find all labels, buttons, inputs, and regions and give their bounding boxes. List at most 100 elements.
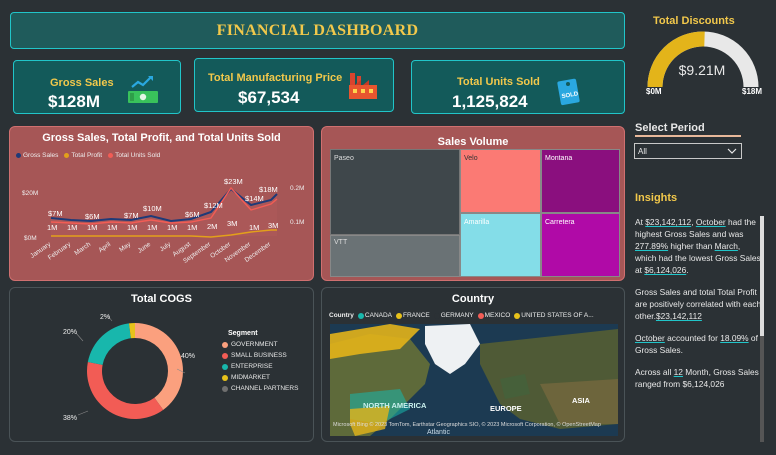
sales-label-oct: $23M <box>224 177 243 186</box>
sales-label-jun: $10M <box>143 204 162 213</box>
cogs-title: Total COGS <box>131 293 192 305</box>
period-label: Select Period <box>635 122 705 134</box>
y-left-tick-bottom: $0M <box>24 235 37 242</box>
legend-midmarket[interactable]: MIDMARKET <box>222 374 298 381</box>
kpi-gross-sales[interactable]: Gross Sales $128M <box>13 60 181 114</box>
insight-paragraph-1: At $23,142,112, October had the highest … <box>635 217 761 275</box>
dashboard-title: FINANCIAL DASHBOARD <box>216 21 419 39</box>
sold-tag-icon: SOLD <box>557 78 580 106</box>
insights-title: Insights <box>635 192 678 204</box>
sales-label-dec: $18M <box>259 185 278 194</box>
sales-label-sep: $12M <box>204 201 223 210</box>
units-label: 1M <box>187 223 197 232</box>
y-left-tick-top: $20M <box>22 190 38 197</box>
tile-carretera[interactable]: Carretera <box>541 213 620 277</box>
units-label: 3M <box>227 219 237 228</box>
map-title: Country <box>451 293 495 305</box>
tile-montana[interactable]: Montana <box>541 149 620 213</box>
sales-label-nov: $14M <box>245 194 264 203</box>
cogs-slice-government <box>135 323 184 410</box>
discount-title: Total Discounts <box>653 15 735 27</box>
legend-government[interactable]: GOVERNMENT <box>222 341 298 348</box>
units-label: 1M <box>127 223 137 232</box>
map-label-atlantic: Atlantic <box>427 429 450 436</box>
map-attribution: Microsoft Bing © 2023 TomTom, Earthstar … <box>333 422 601 428</box>
units-label: 1M <box>47 223 57 232</box>
kpi-units-value: 1,125,824 <box>452 92 528 111</box>
dashboard-title-box: FINANCIAL DASHBOARD <box>10 12 625 49</box>
insights-scrollbar[interactable] <box>760 216 764 442</box>
discount-gauge-arc <box>647 31 759 88</box>
cogs-pct-midmarket: 2% <box>100 314 110 321</box>
month-label: March <box>73 241 92 257</box>
insights-body: At $23,142,112, October had the highest … <box>635 216 762 442</box>
kpi-manufacturing-value: $67,534 <box>238 88 300 107</box>
insight-paragraph-2: Gross Sales and total Total Profit are p… <box>635 287 762 321</box>
line-chart-plot: $20M $0M 0.2M 0.1M $7M $6M $7M $10M $6M … <box>22 177 304 265</box>
y-right-tick-bottom: 0.1M <box>290 219 304 226</box>
units-label: 1M <box>249 223 259 232</box>
units-label: 1M <box>87 223 97 232</box>
month-label: February <box>47 240 73 261</box>
discount-gauge[interactable]: Total Discounts $9.21M $0M $18M <box>636 12 768 107</box>
sales-label-jan: $7M <box>48 209 63 218</box>
units-label: 2M <box>207 222 217 231</box>
month-label: May <box>118 240 133 253</box>
tile-vtt[interactable]: VTT <box>330 235 460 277</box>
world-map-graphic <box>330 324 618 436</box>
cogs-legend: Segment GOVERNMENT SMALL BUSINESS ENTERP… <box>222 330 298 396</box>
sales-profit-units-chart[interactable]: Gross Sales, Total Profit, and Total Uni… <box>9 126 314 281</box>
cogs-slice-small-business <box>87 362 164 420</box>
map-label-north-america: NORTH AMERICA <box>363 401 427 410</box>
cogs-legend-title: Segment <box>228 330 258 337</box>
insight-paragraph-3: October accounted for 18.09% of Gross Sa… <box>635 333 758 355</box>
tile-paseo[interactable]: Paseo <box>330 149 460 235</box>
map-label-europe: EUROPE <box>490 404 522 413</box>
kpi-gross-sales-label: Gross Sales <box>50 77 114 89</box>
sales-label-mar: $6M <box>85 212 100 221</box>
units-label: 1M <box>67 223 77 232</box>
factory-icon <box>349 73 377 99</box>
cogs-pct-government: 40% <box>181 353 195 360</box>
period-dropdown[interactable]: All <box>634 143 742 159</box>
insights-scrollbar-thumb[interactable] <box>760 216 764 336</box>
total-cogs-panel[interactable]: Total COGS 40% 38% 20% 2% Segment GOVERN… <box>9 287 314 442</box>
month-label: July <box>159 240 173 253</box>
units-label: 3M <box>268 221 278 230</box>
kpi-units-sold[interactable]: Total Units Sold 1,125,824 SOLD <box>411 60 625 114</box>
map-label-asia: ASIA <box>572 396 590 405</box>
map-legend: Country CANADA FRANCE GERMANY MEXICO UNI… <box>329 312 594 319</box>
units-label: 1M <box>167 223 177 232</box>
cogs-pct-enterprise: 20% <box>63 329 77 336</box>
kpi-units-label: Total Units Sold <box>457 76 540 88</box>
cogs-slice-enterprise <box>87 323 131 365</box>
sales-volume-treemap[interactable]: Sales Volume Paseo VTT Velo Montana Amar… <box>321 126 625 281</box>
tile-velo[interactable]: Velo <box>460 149 541 213</box>
map-canvas[interactable]: NORTH AMERICA EUROPE ASIA Atlantic Micro… <box>330 324 618 436</box>
cogs-donut: 40% 38% 20% 2% <box>63 314 195 422</box>
period-selected: All <box>638 147 647 156</box>
discount-max: $18M <box>742 87 763 96</box>
insight-paragraph-4: Across all 12 Month, Gross Sales ranged … <box>635 367 759 389</box>
money-trend-icon <box>128 76 158 103</box>
legend-channel-partners[interactable]: CHANNEL PARTNERS <box>222 385 298 392</box>
country-map-panel[interactable]: Country Country CANADA FRANCE GERMANY ME… <box>321 287 625 442</box>
period-underline <box>635 135 741 137</box>
discount-value: $9.21M <box>678 62 726 78</box>
discount-min: $0M <box>646 87 662 96</box>
legend-enterprise[interactable]: ENTERPRISE <box>222 363 298 370</box>
month-label: June <box>137 241 153 255</box>
legend-small-business[interactable]: SMALL BUSINESS <box>222 352 298 359</box>
tile-amarilla[interactable]: Amarilla <box>460 213 541 277</box>
kpi-manufacturing-price[interactable]: Total Manufacturing Price $67,534 <box>194 58 394 112</box>
y-right-tick-top: 0.2M <box>290 185 304 192</box>
sales-label-may: $7M <box>124 211 139 220</box>
kpi-manufacturing-label: Total Manufacturing Price <box>208 72 343 84</box>
treemap-title: Sales Volume <box>437 136 509 148</box>
units-label: 1M <box>147 223 157 232</box>
chevron-down-icon <box>727 148 737 154</box>
kpi-gross-sales-value: $128M <box>48 92 100 111</box>
units-label: 1M <box>107 223 117 232</box>
sales-label-aug: $6M <box>185 210 200 219</box>
month-label: April <box>97 241 112 255</box>
